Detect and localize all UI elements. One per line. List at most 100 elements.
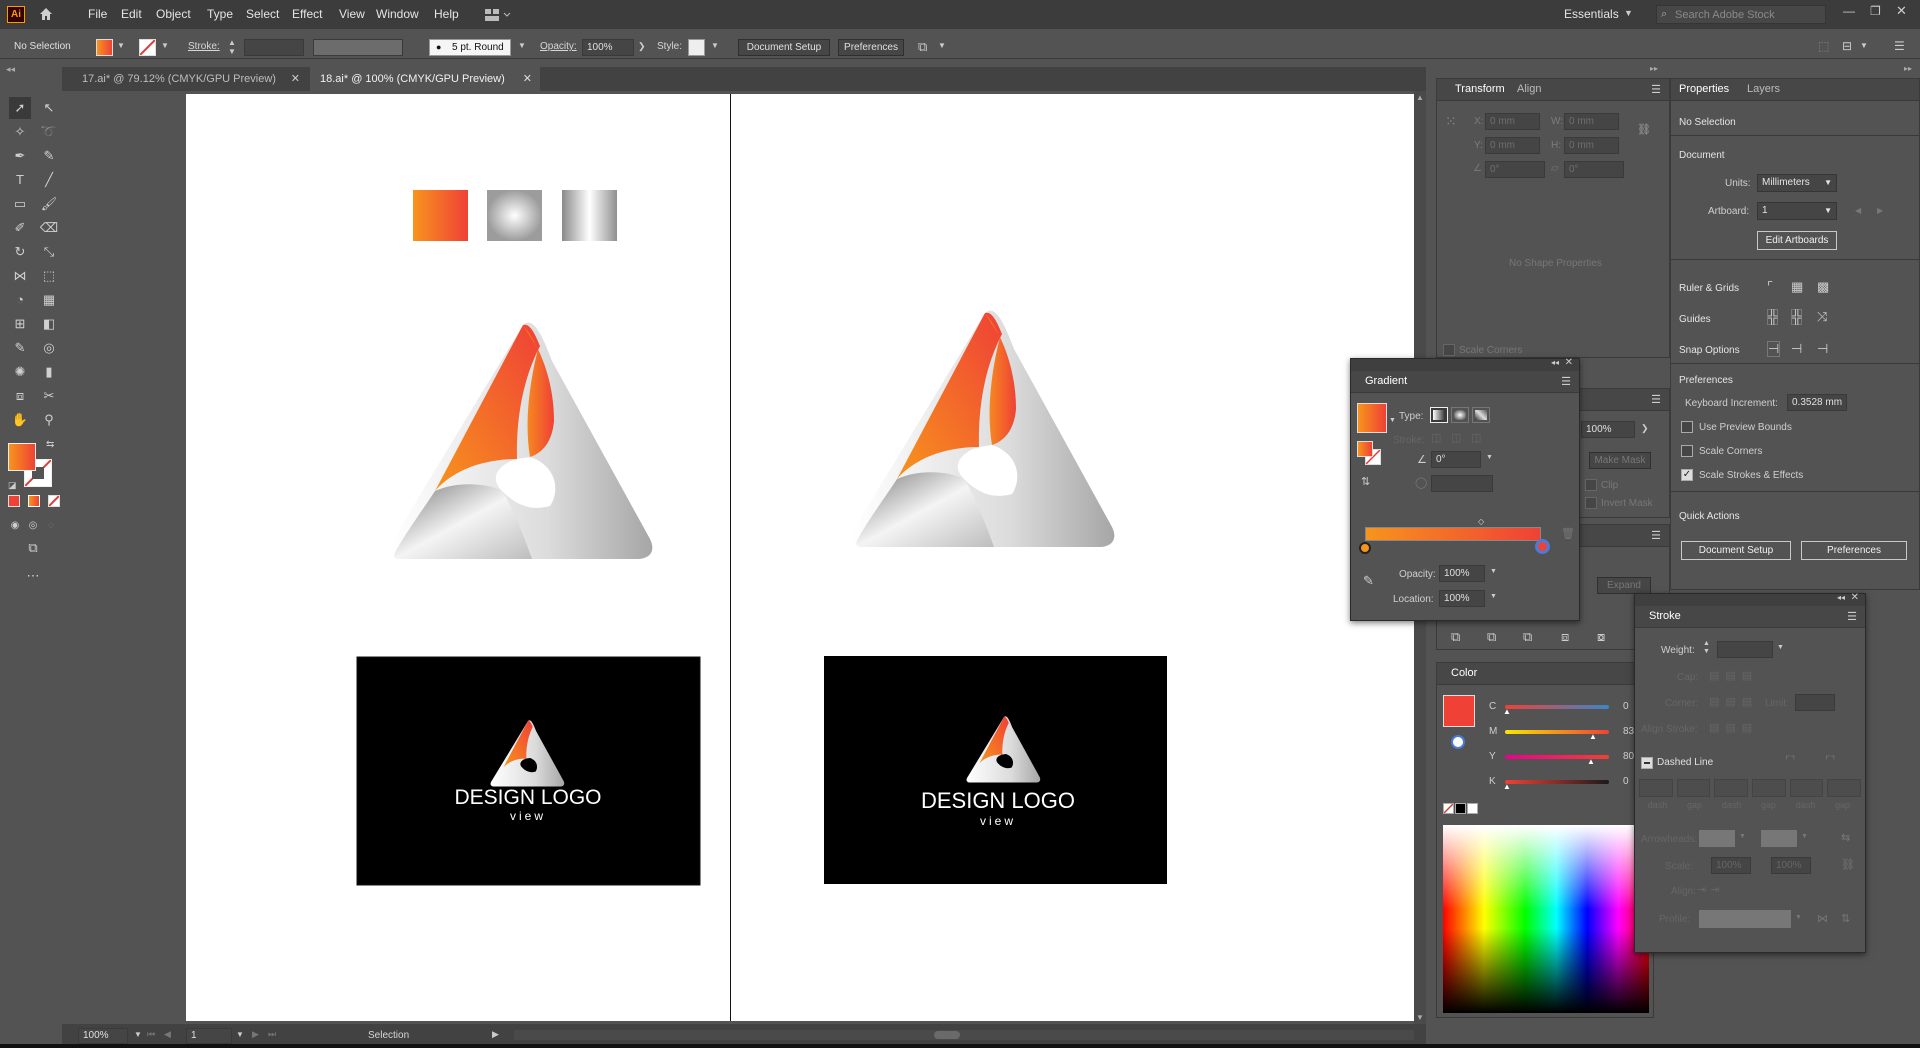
stroke-within-icon[interactable]: ◫: [1431, 431, 1441, 444]
perspective-grid-tool[interactable]: ▦: [38, 289, 60, 311]
snap-glyph-icon[interactable]: ⊣: [1817, 341, 1828, 357]
arrow-scale-end[interactable]: 100%: [1771, 857, 1811, 874]
arrow-scale-start[interactable]: 100%: [1711, 857, 1751, 874]
panel-menu-icon[interactable]: ☰: [1651, 83, 1661, 96]
dashed-line-checkbox[interactable]: [1641, 757, 1653, 769]
gradient-fill-stroke[interactable]: [1357, 441, 1373, 457]
minimize-icon[interactable]: —: [1843, 4, 1855, 18]
curvature-tool[interactable]: ✎: [38, 145, 60, 167]
chevron-down-icon[interactable]: ▼: [117, 41, 125, 50]
prev-artboard-icon[interactable]: ◀: [1855, 206, 1861, 215]
style-swatch[interactable]: [688, 39, 705, 56]
shape-builder-tool[interactable]: ◔: [9, 289, 31, 311]
opacity-field[interactable]: 100%: [582, 39, 634, 56]
menu-edit[interactable]: Edit: [121, 7, 142, 21]
next-artboard-icon[interactable]: ▶: [252, 1029, 259, 1040]
zoom-field[interactable]: 100%: [78, 1028, 128, 1044]
gradient-stop-start[interactable]: [1359, 542, 1371, 554]
width-tool[interactable]: ⋈: [9, 265, 31, 287]
chevron-right-icon[interactable]: ❯: [1641, 423, 1649, 434]
tab-17ai[interactable]: 17.ai* @ 79.12% (CMYK/GPU Preview) ✕: [72, 67, 308, 91]
stroke-swatch[interactable]: [139, 39, 156, 56]
corner-icons[interactable]: ▤▤▤: [1709, 695, 1758, 708]
black-swatch[interactable]: [1455, 803, 1466, 814]
artboard-select[interactable]: 1 ▼: [1757, 202, 1837, 220]
limit-field[interactable]: [1795, 694, 1835, 711]
chevron-down-icon[interactable]: ▼: [711, 41, 719, 50]
dash-fields[interactable]: [1639, 779, 1862, 797]
tab-properties[interactable]: Properties: [1679, 83, 1729, 95]
keyboard-increment-field[interactable]: 0.3528 mm: [1787, 394, 1847, 411]
weight-field[interactable]: [1717, 641, 1773, 658]
gradient-titlebar[interactable]: ◂◂ ✕: [1351, 357, 1579, 371]
invert-mask-checkbox[interactable]: [1585, 497, 1597, 509]
constrain-proportions-icon[interactable]: ⛓: [1637, 123, 1651, 136]
scale-corners-checkbox[interactable]: [1681, 445, 1693, 457]
chevron-down-icon[interactable]: ▼: [1777, 644, 1784, 651]
tab-align[interactable]: Align: [1517, 83, 1541, 95]
scale-strokes-checkbox[interactable]: ✓: [1681, 469, 1693, 481]
eyedropper-tool[interactable]: ✎: [9, 337, 31, 359]
black-slider[interactable]: [1505, 780, 1609, 784]
tab-color[interactable]: Color: [1451, 667, 1477, 679]
line-tool[interactable]: ╱: [38, 169, 60, 191]
lasso-tool[interactable]: ➰: [38, 121, 60, 143]
tab-stroke[interactable]: Stroke: [1649, 610, 1681, 622]
chevron-down-icon[interactable]: ▼: [1739, 833, 1746, 840]
chevron-down-icon[interactable]: ▼: [134, 1030, 142, 1039]
tab-gradient[interactable]: Gradient: [1365, 375, 1407, 387]
status-menu-icon[interactable]: ▶: [492, 1029, 499, 1040]
units-select[interactable]: Millimeters ▼: [1757, 174, 1837, 192]
divide-icon[interactable]: ⧉: [1451, 629, 1460, 645]
smart-guides-icon[interactable]: ⤨: [1817, 309, 1827, 325]
document-setup-button[interactable]: Document Setup: [738, 39, 830, 56]
chevron-down-icon[interactable]: ▼: [1860, 41, 1868, 50]
panel-menu-icon[interactable]: ☰: [1651, 529, 1661, 542]
edit-gradient-icon[interactable]: ⇅: [1361, 475, 1370, 488]
transparency-grid-icon[interactable]: ▩: [1817, 279, 1829, 295]
draw-inside-icon[interactable]: ◌: [40, 515, 62, 537]
w-field[interactable]: 0 mm: [1564, 113, 1619, 130]
next-artboard-icon[interactable]: ▶: [1877, 206, 1883, 215]
chevron-down-icon[interactable]: ▼: [236, 1030, 244, 1039]
default-colors-icon[interactable]: ◪: [8, 480, 17, 491]
align-icon[interactable]: ⊟: [1842, 39, 1852, 53]
gradient-midpoint-icon[interactable]: ◇: [1478, 517, 1484, 526]
y-field[interactable]: 0 mm: [1485, 137, 1540, 154]
tab-transform[interactable]: Transform: [1455, 83, 1505, 95]
gradient-slider[interactable]: [1365, 527, 1541, 541]
gradient-tool[interactable]: ◧: [38, 313, 60, 335]
magenta-thumb[interactable]: ▲: [1589, 732, 1597, 741]
yellow-thumb[interactable]: ▲: [1587, 757, 1595, 766]
scale-tool[interactable]: ⤡: [38, 241, 60, 263]
angle-field[interactable]: 0°: [1431, 451, 1481, 468]
chevron-right-icon[interactable]: ❯: [638, 41, 646, 52]
fill-swatch[interactable]: [96, 39, 113, 56]
lock-guides-icon[interactable]: ╬: [1791, 309, 1803, 325]
tab-layers[interactable]: Layers: [1747, 83, 1780, 95]
outline-icon[interactable]: ⧇: [1597, 629, 1605, 645]
stepper-icon[interactable]: ▲ ▼: [1703, 640, 1710, 656]
close-panel-icon[interactable]: ✕: [1565, 357, 1573, 368]
close-tab-icon[interactable]: ✕: [291, 67, 300, 91]
menu-file[interactable]: File: [88, 7, 107, 21]
swap-icon[interactable]: ⇆: [46, 439, 54, 450]
flip-profile-icon[interactable]: ⋈: [1817, 912, 1828, 925]
color-spectrum[interactable]: [1443, 825, 1649, 1013]
close-tab-icon[interactable]: ✕: [523, 67, 532, 91]
align-arrow-icons[interactable]: ⇥⇥: [1697, 883, 1723, 896]
snap-pixel-icon[interactable]: ⊣: [1791, 341, 1802, 357]
pen-tool[interactable]: ✒: [9, 145, 31, 167]
column-graph-tool[interactable]: ▮: [38, 361, 60, 383]
trim-icon[interactable]: ⧉: [1487, 629, 1496, 645]
x-field[interactable]: 0 mm: [1485, 113, 1540, 130]
menu-select[interactable]: Select: [246, 7, 279, 21]
h-field[interactable]: 0 mm: [1564, 137, 1619, 154]
first-artboard-icon[interactable]: ⏮: [147, 1029, 155, 1040]
home-icon[interactable]: [38, 6, 54, 22]
color-stroke-swatch[interactable]: [1451, 735, 1465, 749]
menu-object[interactable]: Object: [156, 7, 191, 21]
stock-search-input[interactable]: ⌕ Search Adobe Stock: [1656, 5, 1826, 24]
chevron-down-icon[interactable]: ▼: [1801, 833, 1808, 840]
arrowhead-start-select[interactable]: [1699, 830, 1735, 847]
